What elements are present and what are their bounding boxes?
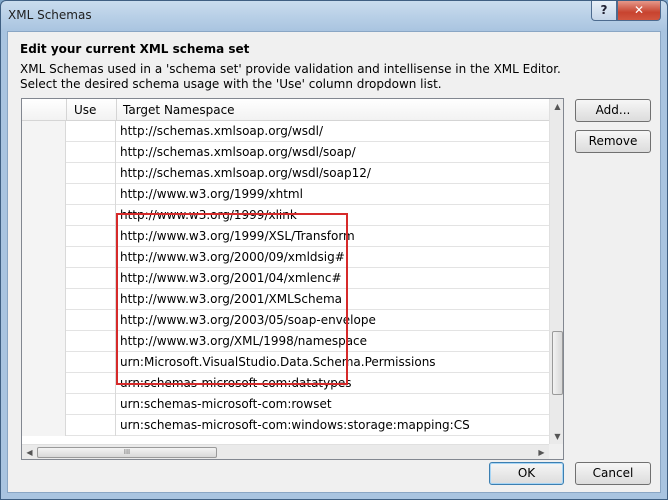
table-row[interactable]: urn:Microsoft.VisualStudio.Data.Schema.P… xyxy=(22,352,549,373)
table-row[interactable]: http://schemas.xmlsoap.org/wsdl/ xyxy=(22,121,549,142)
table-row[interactable]: http://www.w3.org/1999/xlink xyxy=(22,205,549,226)
table-row[interactable]: http://schemas.xmlsoap.org/wsdl/soap12/ xyxy=(22,163,549,184)
namespace-cell[interactable]: urn:Microsoft.VisualStudio.Data.Schema.P… xyxy=(120,355,436,369)
table-row[interactable]: http://www.w3.org/1999/XSL/Transform xyxy=(22,226,549,247)
table-row[interactable]: urn:schemas-microsoft-com:windows:storag… xyxy=(22,415,549,436)
namespace-cell[interactable]: http://schemas.xmlsoap.org/wsdl/soap/ xyxy=(120,145,356,159)
row-header[interactable] xyxy=(22,142,66,163)
table-row[interactable]: http://www.w3.org/1999/xhtml xyxy=(22,184,549,205)
horizontal-scrollbar[interactable]: ◀ III ▶ xyxy=(22,444,549,459)
remove-button[interactable]: Remove xyxy=(575,130,651,153)
use-cell[interactable] xyxy=(66,247,116,268)
namespace-cell[interactable]: http://schemas.xmlsoap.org/wsdl/ xyxy=(120,124,323,138)
vertical-scrollbar[interactable]: ▲ ▼ xyxy=(549,99,563,444)
table-row[interactable]: urn:schemas-microsoft-com:rowset xyxy=(22,394,549,415)
use-cell[interactable] xyxy=(66,310,116,331)
vertical-scroll-thumb[interactable] xyxy=(552,331,563,395)
table-row[interactable]: http://www.w3.org/XML/1998/namespace xyxy=(22,331,549,352)
namespace-cell[interactable]: http://www.w3.org/2001/XMLSchema xyxy=(120,292,342,306)
table-row[interactable]: http://www.w3.org/2001/XMLSchema xyxy=(22,289,549,310)
grid-header: Use Target Namespace xyxy=(22,99,549,121)
description-line-1: XML Schemas used in a 'schema set' provi… xyxy=(20,62,561,76)
use-cell[interactable] xyxy=(66,415,116,436)
use-cell[interactable] xyxy=(66,373,116,394)
use-cell[interactable] xyxy=(66,352,116,373)
use-cell[interactable] xyxy=(66,142,116,163)
namespace-cell[interactable]: http://www.w3.org/1999/xlink xyxy=(120,208,297,222)
table-row[interactable]: http://www.w3.org/2001/04/xmlenc# xyxy=(22,268,549,289)
scroll-right-arrow-icon[interactable]: ▶ xyxy=(534,448,549,457)
row-header[interactable] xyxy=(22,121,66,142)
row-header[interactable] xyxy=(22,394,66,415)
namespace-cell[interactable]: http://www.w3.org/XML/1998/namespace xyxy=(120,334,367,348)
xml-schemas-dialog: XML Schemas ? ✕ Edit your current XML sc… xyxy=(0,0,668,500)
header-separator xyxy=(116,99,117,121)
column-header-target-namespace[interactable]: Target Namespace xyxy=(123,103,235,117)
window-title: XML Schemas xyxy=(8,8,92,22)
row-header[interactable] xyxy=(22,352,66,373)
row-header[interactable] xyxy=(22,268,66,289)
cancel-button[interactable]: Cancel xyxy=(575,462,651,485)
description-line-2: Select the desired schema usage with the… xyxy=(20,77,442,91)
table-row[interactable]: http://www.w3.org/2003/05/soap-envelope xyxy=(22,310,549,331)
row-header[interactable] xyxy=(22,184,66,205)
table-row[interactable]: urn:schemas-microsoft-com:datatypes xyxy=(22,373,549,394)
namespace-cell[interactable]: urn:schemas-microsoft-com:datatypes xyxy=(120,376,351,390)
namespace-cell[interactable]: http://www.w3.org/2003/05/soap-envelope xyxy=(120,313,376,327)
horizontal-scroll-thumb[interactable]: III xyxy=(37,447,217,458)
header-separator xyxy=(66,99,67,121)
scrollbar-corner xyxy=(549,444,563,459)
use-cell[interactable] xyxy=(66,331,116,352)
grid-rows: http://schemas.xmlsoap.org/wsdl/ http://… xyxy=(22,121,549,436)
close-button[interactable]: ✕ xyxy=(617,1,661,21)
table-row[interactable]: http://www.w3.org/2000/09/xmldsig# xyxy=(22,247,549,268)
row-header[interactable] xyxy=(22,226,66,247)
row-header[interactable] xyxy=(22,373,66,394)
namespace-cell[interactable]: http://www.w3.org/2001/04/xmlenc# xyxy=(120,271,342,285)
use-cell[interactable] xyxy=(66,121,116,142)
row-header[interactable] xyxy=(22,331,66,352)
add-button[interactable]: Add... xyxy=(575,99,651,122)
row-header[interactable] xyxy=(22,310,66,331)
namespace-cell[interactable]: http://www.w3.org/2000/09/xmldsig# xyxy=(120,250,345,264)
row-header[interactable] xyxy=(22,289,66,310)
schema-grid[interactable]: Use Target Namespace http://schemas.xmls… xyxy=(21,98,564,460)
row-header[interactable] xyxy=(22,163,66,184)
dialog-client-area: Edit your current XML schema set XML Sch… xyxy=(7,31,661,493)
dialog-heading: Edit your current XML schema set xyxy=(20,42,250,56)
namespace-cell[interactable]: urn:schemas-microsoft-com:windows:storag… xyxy=(120,418,470,432)
row-header[interactable] xyxy=(22,415,66,436)
use-cell[interactable] xyxy=(66,289,116,310)
use-cell[interactable] xyxy=(66,268,116,289)
namespace-cell[interactable]: http://schemas.xmlsoap.org/wsdl/soap12/ xyxy=(120,166,371,180)
use-cell[interactable] xyxy=(66,184,116,205)
help-button[interactable]: ? xyxy=(591,1,617,21)
scroll-up-arrow-icon[interactable]: ▲ xyxy=(550,102,563,111)
title-bar[interactable]: XML Schemas ? ✕ xyxy=(1,1,667,31)
row-header[interactable] xyxy=(22,205,66,226)
table-row[interactable]: http://schemas.xmlsoap.org/wsdl/soap/ xyxy=(22,142,549,163)
use-cell[interactable] xyxy=(66,163,116,184)
scroll-left-arrow-icon[interactable]: ◀ xyxy=(22,448,37,457)
column-header-use[interactable]: Use xyxy=(74,103,96,117)
namespace-cell[interactable]: http://www.w3.org/1999/XSL/Transform xyxy=(120,229,355,243)
scroll-down-arrow-icon[interactable]: ▼ xyxy=(550,432,563,441)
namespace-cell[interactable]: urn:schemas-microsoft-com:rowset xyxy=(120,397,332,411)
use-cell[interactable] xyxy=(66,226,116,247)
ok-button[interactable]: OK xyxy=(489,462,564,485)
use-cell[interactable] xyxy=(66,205,116,226)
use-cell[interactable] xyxy=(66,394,116,415)
namespace-cell[interactable]: http://www.w3.org/1999/xhtml xyxy=(120,187,303,201)
row-header[interactable] xyxy=(22,247,66,268)
